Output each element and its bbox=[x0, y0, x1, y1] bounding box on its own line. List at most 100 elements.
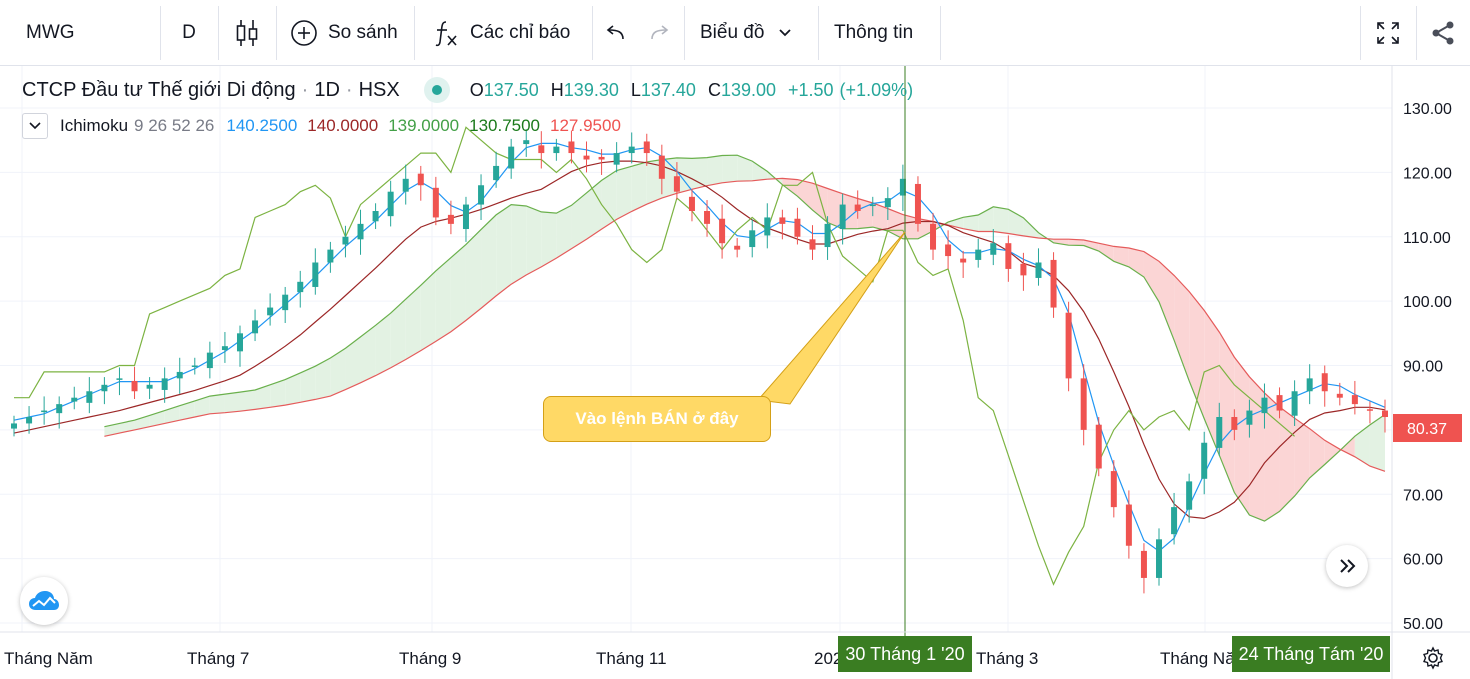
price-chart[interactable]: 130.00120.00110.00100.0090.0080.0070.006… bbox=[0, 66, 1470, 679]
candle-body bbox=[1276, 395, 1283, 411]
candle-body bbox=[960, 258, 967, 263]
candle-body bbox=[884, 198, 891, 208]
redo-icon bbox=[651, 25, 669, 40]
time-tick-5: Tháng 3 bbox=[976, 649, 1039, 668]
candle-body bbox=[312, 262, 319, 287]
candle-body bbox=[583, 155, 590, 160]
candle-body bbox=[1035, 262, 1042, 278]
fullscreen-button[interactable] bbox=[1360, 0, 1416, 66]
cloud-segment bbox=[707, 155, 723, 186]
crosshair-date-text: 30 Tháng 1 '20 bbox=[845, 643, 965, 664]
candle-body bbox=[252, 320, 259, 334]
price-tick-2: 110.00 bbox=[1403, 230, 1451, 247]
market-status-icon bbox=[423, 77, 450, 103]
candle-body bbox=[267, 307, 274, 316]
candle-body bbox=[945, 244, 952, 257]
candle-body bbox=[764, 217, 771, 236]
candle-body bbox=[327, 249, 334, 263]
candle-body bbox=[673, 176, 680, 192]
cloud-segment bbox=[465, 229, 482, 321]
candle-body bbox=[1336, 393, 1343, 398]
cloud-segment bbox=[511, 204, 527, 285]
info-button[interactable]: Thông tin bbox=[818, 0, 940, 66]
candle-body bbox=[1351, 395, 1358, 405]
o-label: O bbox=[469, 79, 484, 100]
collapse-legend-button[interactable] bbox=[22, 113, 48, 139]
candle-body bbox=[176, 371, 183, 379]
candlestick-icon bbox=[236, 20, 258, 46]
candle-body bbox=[1125, 504, 1132, 546]
fullscreen-icon bbox=[1377, 22, 1399, 44]
candle-body bbox=[236, 333, 243, 352]
candles-style-button[interactable] bbox=[218, 0, 276, 66]
price-tick-8: 50.00 bbox=[1403, 616, 1443, 633]
share-icon bbox=[1432, 21, 1454, 45]
legend-indicator-row: Ichimoku 9 26 52 26 140.2500 140.0000 13… bbox=[22, 112, 627, 140]
candle-body bbox=[794, 218, 801, 237]
candle-body bbox=[1095, 424, 1102, 469]
candle-body bbox=[372, 211, 379, 222]
candle-body bbox=[1110, 471, 1117, 508]
candle-body bbox=[1306, 378, 1313, 392]
candle-body bbox=[161, 378, 168, 390]
candle-body bbox=[839, 204, 846, 230]
indicators-button[interactable]: Các chỉ báo bbox=[414, 0, 592, 66]
candle-body bbox=[613, 153, 620, 165]
candle-body bbox=[1321, 373, 1328, 392]
indicators-label: Các chỉ báo bbox=[470, 22, 571, 43]
candle-body bbox=[523, 140, 530, 145]
cloud-segment bbox=[691, 157, 708, 190]
candle-body bbox=[1231, 417, 1238, 430]
cloud-segment bbox=[481, 214, 497, 309]
senkou-a-value: 130.7500 bbox=[469, 116, 541, 135]
candle-body bbox=[975, 249, 982, 260]
price-tick-7: 60.00 bbox=[1403, 552, 1443, 569]
candle-body bbox=[1171, 507, 1178, 535]
candle-body bbox=[1246, 410, 1253, 425]
redo-button[interactable] bbox=[638, 0, 682, 66]
tradingview-logo[interactable] bbox=[20, 577, 68, 625]
function-icon bbox=[435, 21, 457, 47]
candle-body bbox=[809, 239, 816, 250]
scroll-to-realtime-button[interactable] bbox=[1326, 545, 1368, 587]
candle-body bbox=[11, 423, 17, 429]
candle-body bbox=[71, 397, 78, 402]
legend-interval: 1D bbox=[314, 78, 340, 101]
end-date-label: 24 Tháng Tám '20 bbox=[1232, 636, 1390, 672]
candle-body bbox=[478, 185, 485, 205]
candle-body bbox=[1140, 550, 1147, 578]
symbol-search-button[interactable]: MWG bbox=[0, 0, 160, 66]
candle-body bbox=[1291, 391, 1298, 416]
candle-body bbox=[734, 245, 741, 250]
undo-button[interactable] bbox=[592, 0, 638, 66]
price-tick-4: 90.00 bbox=[1403, 359, 1443, 376]
cloud-segment bbox=[209, 394, 225, 414]
candle-body bbox=[990, 243, 997, 255]
candle-body bbox=[628, 146, 635, 154]
candle-body bbox=[643, 141, 650, 154]
sell-annotation[interactable]: Vào lệnh BÁN ở đây bbox=[543, 396, 771, 442]
chart-settings-button[interactable] bbox=[1419, 644, 1447, 672]
interval-button[interactable]: D bbox=[160, 0, 218, 66]
time-tick-2: Tháng 9 bbox=[399, 649, 462, 668]
symbol-label: MWG bbox=[26, 22, 75, 43]
price-tick-3: 100.00 bbox=[1403, 294, 1452, 311]
candle-body bbox=[297, 281, 304, 293]
change-percent: (+1.09%) bbox=[839, 79, 914, 100]
candle-body bbox=[1201, 442, 1208, 479]
candle-body bbox=[146, 384, 153, 389]
candle-body bbox=[779, 217, 786, 224]
candle-body bbox=[824, 223, 831, 248]
candle-body bbox=[568, 141, 575, 154]
compare-button[interactable]: So sánh bbox=[276, 0, 414, 66]
cloud-segment bbox=[616, 166, 632, 220]
cloud-segment bbox=[526, 206, 542, 275]
change-value: +1.50 bbox=[788, 79, 834, 100]
candle-body bbox=[432, 187, 439, 218]
top-toolbar: MWG D So sánh Các chỉ báo Biểu đồ Thông … bbox=[0, 0, 1470, 66]
legend-main-row: CTCP Đầu tư Thế giới Di động · 1D · HSX … bbox=[22, 76, 919, 104]
cloud-segment bbox=[541, 211, 557, 267]
candle-body bbox=[462, 204, 469, 230]
share-button[interactable] bbox=[1416, 0, 1470, 66]
chart-type-dropdown[interactable]: Biểu đồ bbox=[684, 0, 818, 66]
